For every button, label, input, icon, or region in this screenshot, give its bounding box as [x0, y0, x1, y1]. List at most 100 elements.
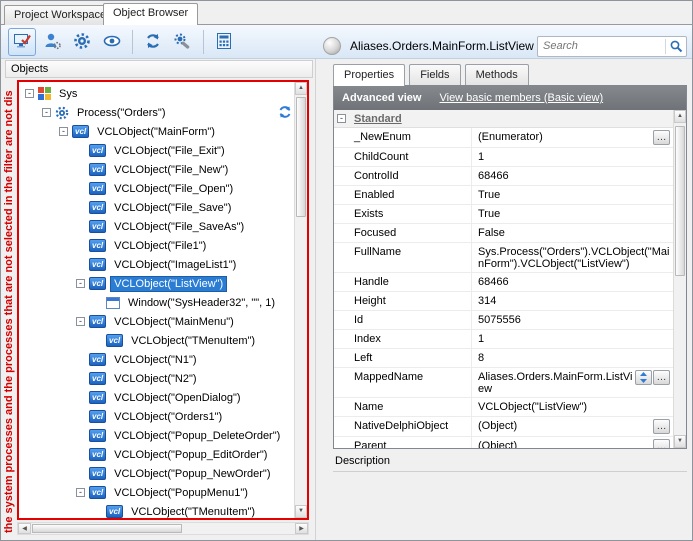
tree-collapse-icon[interactable]: - [59, 127, 68, 136]
view-button[interactable] [98, 28, 126, 56]
scrollbar-thumb[interactable] [675, 126, 685, 276]
property-name: Id [334, 311, 472, 329]
group-expander-icon[interactable]: - [337, 114, 346, 123]
property-row[interactable]: Parent(Object)… [334, 437, 673, 448]
tree-item[interactable]: vclVCLObject("ImageList1") [21, 255, 294, 274]
group-row-standard[interactable]: - Standard [334, 110, 686, 128]
property-row[interactable]: Left8 [334, 349, 673, 368]
tree-item[interactable]: vclVCLObject("File_Open") [21, 179, 294, 198]
property-row[interactable]: ControlId68466 [334, 167, 673, 186]
basic-view-link[interactable]: View basic members (Basic view) [439, 92, 603, 104]
tree-item[interactable]: vclVCLObject("Popup_DeleteOrder") [21, 426, 294, 445]
property-row[interactable]: EnabledTrue [334, 186, 673, 205]
tree-collapse-icon[interactable]: - [25, 89, 34, 98]
search-box[interactable] [537, 36, 687, 57]
property-value-cell: VCLObject("ListView") [472, 398, 673, 416]
tree-item[interactable]: vclVCLObject("N2") [21, 369, 294, 388]
tree-item[interactable]: vclVCLObject("Popup_EditOrder") [21, 445, 294, 464]
scroll-down-icon[interactable]: ▼ [674, 435, 686, 448]
scroll-up-icon[interactable]: ▲ [674, 110, 686, 123]
tab-properties[interactable]: Properties [333, 64, 405, 86]
property-row[interactable]: FocusedFalse [334, 224, 673, 243]
group-label: Standard [354, 113, 402, 125]
tree-item[interactable]: vclVCLObject("OpenDialog") [21, 388, 294, 407]
tree-item[interactable]: vclVCLObject("File_SaveAs") [21, 217, 294, 236]
scroll-up-icon[interactable]: ▲ [295, 82, 307, 95]
tab-methods[interactable]: Methods [465, 64, 529, 85]
vcl-object-icon: vcl [106, 505, 123, 518]
tree-scrollbar[interactable]: ▲ ▼ [294, 82, 307, 518]
tab-fields[interactable]: Fields [409, 64, 460, 85]
property-row[interactable]: Handle 68466 [334, 273, 673, 292]
scrollbar-thumb[interactable] [296, 97, 306, 217]
scrollbar-thumb[interactable] [32, 524, 182, 533]
property-row[interactable]: Id5075556 [334, 311, 673, 330]
scroll-left-icon[interactable]: ◀ [18, 523, 31, 534]
tree-item[interactable]: vclVCLObject("File_Save") [21, 198, 294, 217]
property-name: MappedName [334, 368, 472, 397]
tree-item-label: VCLObject("PopupMenu1") [111, 486, 251, 500]
property-row[interactable]: MappedNameAliases.Orders.MainForm.ListVi… [334, 368, 673, 398]
tree-item[interactable]: vclVCLObject("Orders1") [21, 407, 294, 426]
tree-item-label: VCLObject("File_Exit") [111, 144, 228, 158]
tree-item[interactable]: vclVCLObject("N1") [21, 350, 294, 369]
ellipsis-button[interactable]: … [653, 419, 670, 434]
tree-item[interactable]: vclVCLObject("TMenuItem") [21, 502, 294, 518]
toolbar-separator [203, 30, 204, 54]
property-row[interactable]: Height314 [334, 292, 673, 311]
mapped-name-button[interactable] [635, 370, 652, 385]
tree-item-label: VCLObject("ListView") [111, 277, 226, 291]
tree-collapse-icon[interactable]: - [42, 108, 51, 117]
object-spy-button[interactable] [38, 28, 66, 56]
tree-item[interactable]: Window("SysHeader32", "", 1) [21, 293, 294, 312]
tree-item[interactable]: -Sys [21, 84, 294, 103]
property-row[interactable]: ExistsTrue [334, 205, 673, 224]
ellipsis-button[interactable]: … [653, 130, 670, 145]
property-row[interactable]: Index1 [334, 330, 673, 349]
tree-item[interactable]: vclVCLObject("File_Exit") [21, 141, 294, 160]
tree-item[interactable]: -vcl VCLObject("PopupMenu1") [21, 483, 294, 502]
property-row[interactable]: NativeDelphiObject(Object)… [334, 417, 673, 437]
search-icon[interactable] [666, 39, 686, 53]
tree-item[interactable]: -vclVCLObject("MainForm") [21, 122, 294, 141]
property-row[interactable]: _NewEnum(Enumerator)… [334, 128, 673, 148]
property-buttons: … [653, 130, 670, 145]
scroll-right-icon[interactable]: ▶ [295, 523, 308, 534]
property-buttons: … [653, 439, 670, 448]
scroll-down-icon[interactable]: ▼ [295, 505, 307, 518]
refresh-overlay-icon[interactable] [277, 104, 293, 123]
tree-item[interactable]: -Process("Orders") [21, 103, 294, 122]
vcl-object-icon: vcl [89, 372, 106, 385]
tree-item[interactable]: -vclVCLObject("MainMenu") [21, 312, 294, 331]
ellipsis-button[interactable]: … [653, 370, 670, 385]
property-row[interactable]: FullNameSys.Process("Orders").VCLObject(… [334, 243, 673, 273]
tree-collapse-icon[interactable]: - [76, 279, 85, 288]
settings-button[interactable] [68, 28, 96, 56]
search-input[interactable] [538, 40, 665, 52]
tree-item[interactable]: -vcl VCLObject("ListView") [21, 274, 294, 293]
property-value: 68466 [478, 275, 670, 288]
tree-item-label: Window("SysHeader32", "", 1) [125, 296, 278, 310]
tree-horizontal-scrollbar[interactable]: ◀ ▶ [17, 522, 309, 535]
calculator-button[interactable] [210, 28, 238, 56]
tools-button[interactable] [169, 28, 197, 56]
property-name: Handle [334, 273, 472, 291]
highlight-object-button[interactable] [8, 28, 36, 56]
property-row[interactable]: ChildCount1 [334, 148, 673, 167]
tree-item[interactable]: vclVCLObject("Popup_NewOrder") [21, 464, 294, 483]
tree-collapse-icon[interactable]: - [76, 317, 85, 326]
tab-project-workspace[interactable]: Project Workspace [4, 5, 116, 25]
property-grid-scrollbar[interactable]: ▲ ▼ [673, 110, 686, 448]
refresh-button[interactable] [139, 28, 167, 56]
view-mode-bar: Advanced view View basic members (Basic … [334, 86, 686, 110]
ellipsis-button[interactable]: … [653, 439, 670, 448]
tab-object-browser[interactable]: Object Browser [103, 3, 198, 25]
tree-item[interactable]: vclVCLObject("TMenuItem") [21, 331, 294, 350]
vcl-object-icon: vcl [89, 486, 106, 499]
vcl-object-icon: vcl [89, 277, 106, 290]
tree-item[interactable]: vclVCLObject("File1") [21, 236, 294, 255]
tree-collapse-icon[interactable]: - [76, 488, 85, 497]
filter-warning-text: the system processes and the processes t… [3, 71, 15, 533]
tree-item[interactable]: vclVCLObject("File_New") [21, 160, 294, 179]
property-row[interactable]: NameVCLObject("ListView") [334, 398, 673, 417]
